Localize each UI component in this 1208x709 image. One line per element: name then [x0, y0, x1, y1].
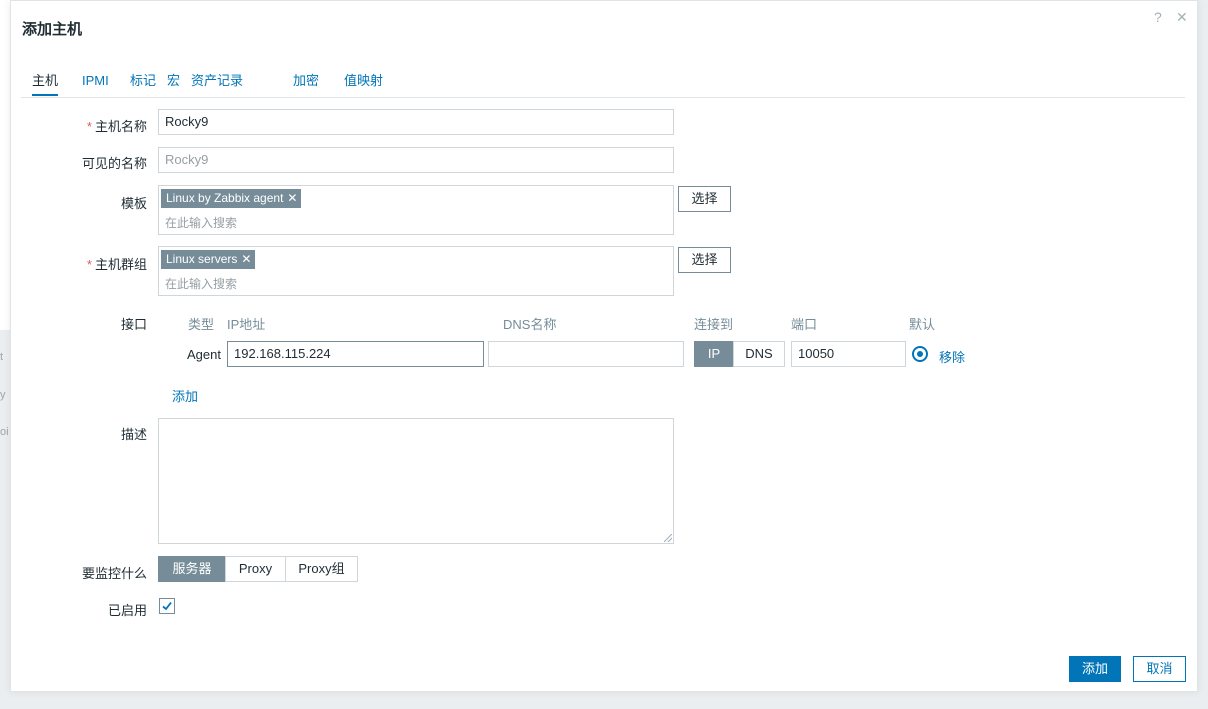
connect-dns-toggle[interactable]: DNS	[733, 341, 785, 367]
tab-inventory[interactable]: 资产记录	[191, 72, 243, 96]
templates-search-input[interactable]: 在此输入搜索	[165, 214, 237, 231]
background-text: oi	[0, 426, 9, 438]
remove-chip-icon[interactable]: ✕	[241, 252, 251, 266]
background-text: y	[0, 389, 6, 401]
host-group-chip: Linux servers ✕	[161, 250, 256, 269]
monitored-by-proxy[interactable]: Proxy	[225, 556, 286, 582]
add-interface-link[interactable]: 添加	[172, 386, 198, 405]
tab-encryption[interactable]: 加密	[293, 72, 319, 96]
monitored-by-proxy-group[interactable]: Proxy组	[285, 556, 358, 582]
interface-type: Agent	[187, 347, 221, 362]
description-label: 描述	[120, 427, 147, 442]
interface-port-header: 端口	[791, 317, 818, 332]
default-interface-radio[interactable]	[912, 346, 928, 362]
tab-macros[interactable]: 宏	[167, 72, 180, 96]
tab-host[interactable]: 主机	[32, 72, 59, 96]
cancel-button[interactable]: 取消	[1133, 656, 1186, 682]
interface-type-header: 类型	[188, 317, 215, 332]
templates-select-button[interactable]: 选择	[678, 186, 731, 212]
templates-multiselect[interactable]: Linux by Zabbix agent ✕ 在此输入搜索	[158, 185, 674, 235]
connect-ip-toggle[interactable]: IP	[694, 341, 734, 367]
tab-bar: 主机 IPMI 标记 宏 资产记录 加密 值映射	[21, 72, 1185, 98]
description-textarea[interactable]	[158, 418, 674, 544]
background-panel	[0, 0, 10, 330]
enabled-label: 已启用	[107, 603, 147, 618]
tab-value-mapping[interactable]: 值映射	[344, 72, 383, 96]
add-host-dialog: 添加主机 ? ✕ 主机 IPMI 标记 宏 资产记录 加密 值映射 * 主机名称 …	[10, 0, 1198, 692]
interface-default-header: 默认	[909, 317, 936, 332]
enabled-checkbox[interactable]	[159, 598, 175, 614]
question-icon[interactable]: ?	[1154, 9, 1162, 25]
visible-name-label: 可见的名称	[81, 156, 147, 171]
host-name-input[interactable]: Rocky9	[158, 109, 674, 135]
templates-label: 模板	[120, 196, 147, 211]
host-groups-label: * 主机群组	[86, 257, 147, 272]
host-groups-select-button[interactable]: 选择	[678, 247, 731, 273]
monitored-by-server[interactable]: 服务器	[158, 556, 226, 582]
interfaces-label: 接口	[120, 317, 147, 332]
visible-name-input[interactable]: Rocky9	[158, 147, 674, 173]
check-icon	[162, 601, 172, 611]
host-name-label: * 主机名称	[86, 119, 147, 134]
host-groups-search-input[interactable]: 在此输入搜索	[165, 275, 237, 292]
remove-interface-link[interactable]: 移除	[939, 347, 965, 366]
interface-connect-header: 连接到	[694, 317, 734, 332]
tab-tags[interactable]: 标记	[130, 72, 156, 96]
add-button[interactable]: 添加	[1069, 656, 1121, 682]
interface-ip-header: IP地址	[227, 317, 266, 332]
template-chip: Linux by Zabbix agent ✕	[161, 189, 302, 208]
remove-chip-icon[interactable]: ✕	[287, 191, 297, 205]
interface-ip-input[interactable]: 192.168.115.224	[227, 341, 484, 367]
monitored-by-label: 要监控什么	[81, 566, 147, 581]
close-icon[interactable]: ✕	[1176, 9, 1188, 26]
tab-ipmi[interactable]: IPMI	[82, 72, 109, 96]
dialog-title: 添加主机	[22, 21, 83, 38]
resize-handle-icon[interactable]	[664, 534, 672, 542]
background-text: t	[0, 351, 4, 363]
interface-dns-header: DNS名称	[503, 317, 557, 332]
interface-dns-input[interactable]	[488, 341, 684, 367]
interface-port-input[interactable]: 10050	[791, 341, 906, 367]
host-groups-multiselect[interactable]: Linux servers ✕ 在此输入搜索	[158, 246, 674, 296]
